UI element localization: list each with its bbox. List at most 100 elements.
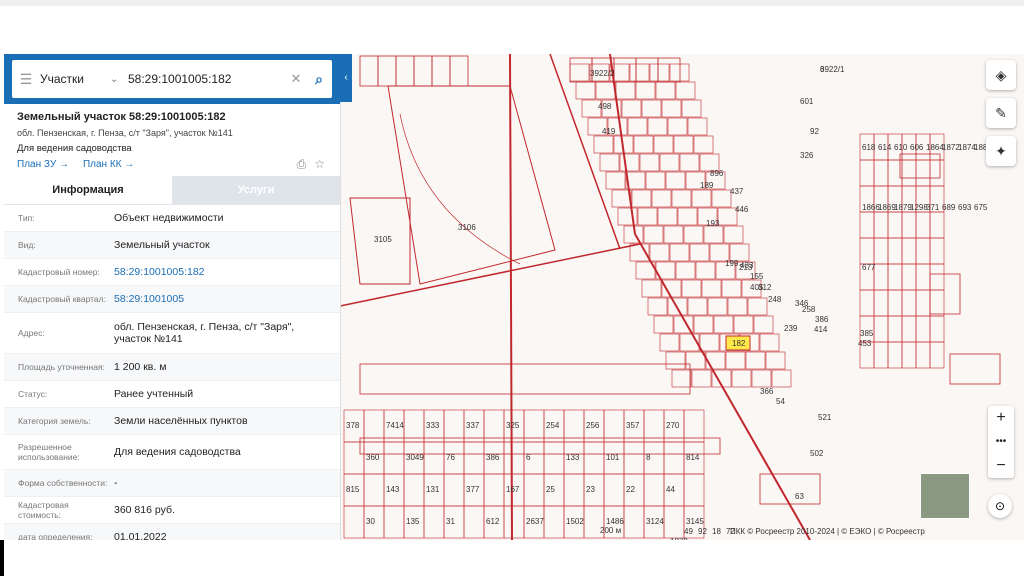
search-input[interactable]: 58:29:1001005:182	[128, 72, 286, 86]
parcel-label: 601	[800, 97, 814, 106]
compass-icon[interactable]: ⊙	[988, 494, 1012, 518]
parcel-outline	[683, 225, 704, 244]
parcel-outline	[615, 81, 636, 100]
attribute-row: дата определения: 01.01.2022	[4, 524, 340, 540]
parcel-outline	[523, 473, 545, 507]
ruler-icon[interactable]: ✎	[986, 98, 1016, 128]
collapse-panel-button[interactable]: ‹	[340, 54, 352, 102]
parcel-outline	[431, 55, 451, 87]
layers-icon[interactable]: ◈	[986, 60, 1016, 90]
plan-kk-link[interactable]: План КК →	[83, 159, 134, 170]
parcel-label: 437	[730, 187, 744, 196]
parcel-outline	[665, 351, 686, 370]
parcel-label: 167	[506, 485, 520, 494]
clear-icon[interactable]: ✕	[286, 71, 306, 87]
tab-info[interactable]: Информация	[4, 176, 172, 204]
parcel-outline	[563, 473, 585, 507]
attribute-row: Кадастровая стоимость: 360 816 руб.	[4, 497, 340, 524]
more-icon[interactable]: •••	[988, 430, 1014, 454]
menu-icon[interactable]: ☰	[12, 71, 40, 88]
attribute-label: Форма собственности:	[18, 478, 108, 488]
map-canvas[interactable]: 310531061823922/13922/2498419189193199 21…	[340, 54, 1024, 540]
parcel-label: 25	[546, 485, 555, 494]
chevron-down-icon[interactable]: ⌄	[110, 74, 128, 85]
parcel-outline	[759, 333, 780, 352]
search-icon[interactable]: ⌕	[306, 71, 332, 88]
plan-zu-link[interactable]: План ЗУ →	[17, 159, 69, 170]
parcel-outline	[655, 81, 676, 100]
basemap-thumbnail[interactable]	[920, 473, 970, 519]
parcel-label: 357	[626, 421, 640, 430]
parcel-label: 92	[810, 127, 819, 136]
parcel-label: 378	[346, 421, 360, 430]
parcel-outline	[649, 63, 670, 82]
parcel-outline	[859, 289, 875, 317]
parcel-label: 333	[426, 421, 440, 430]
parcel-outline	[687, 297, 708, 316]
search-box[interactable]: ☰ Участки ⌄ 58:29:1001005:182 ✕ ⌕	[12, 60, 332, 98]
attribute-value[interactable]: 58:29:1001005	[114, 293, 340, 305]
parcel-outline	[681, 279, 702, 298]
parcel-outline	[685, 351, 706, 370]
parcel-label: 326	[800, 151, 814, 160]
parcel-outline	[623, 441, 645, 475]
object-address: обл. Пензенская, г. Пенза, с/т "Заря", у…	[17, 128, 233, 138]
attribute-value[interactable]: 58:29:1001005:182	[114, 266, 340, 278]
tab-services[interactable]: Услуги	[172, 176, 340, 204]
attribute-value: 01.01.2022	[114, 531, 167, 540]
parcel-outline	[681, 99, 702, 118]
parcel-outline	[873, 237, 889, 265]
parcel-outline	[887, 289, 903, 317]
attribute-row: Категория земель: Земли населённых пункто…	[4, 408, 340, 435]
parcel-outline	[901, 315, 917, 343]
parcel-label: 366	[760, 387, 774, 396]
parcel-label: 3106	[458, 223, 476, 232]
parcel-label: 92	[698, 527, 707, 536]
scale-bar: 200 м	[600, 526, 622, 535]
parcel-label: 258	[802, 305, 816, 314]
parcel-outline	[605, 171, 626, 190]
parcel-label: 31	[446, 517, 455, 526]
cadastral-map[interactable]: 3105 3106 182 3922/1 3922/2 498 419 189 193 199 21…	[340, 54, 1024, 540]
zoom-out-icon[interactable]: −	[988, 454, 1014, 478]
zoom-in-icon[interactable]: +	[988, 406, 1014, 430]
parcel-label: 610	[894, 143, 908, 152]
star-icon[interactable]: ☆	[314, 157, 325, 171]
attribute-row: Адрес: обл. Пензенская, г. Пенза, с/т "За…	[4, 313, 340, 354]
parcel-label: 3145	[686, 517, 704, 526]
parcel-outline	[915, 315, 931, 343]
attribute-value: Для ведения садоводства	[114, 446, 241, 458]
parcel-label: 256	[586, 421, 600, 430]
parcel-outline	[621, 99, 642, 118]
parcel-outline	[635, 81, 656, 100]
parcel-label: 3049	[406, 453, 424, 462]
parcel-outline	[949, 353, 1001, 385]
attribute-value: Земли населённых пунктов	[114, 415, 248, 427]
attribute-value: Объект недвижимости	[114, 212, 224, 224]
parcel-outline	[611, 189, 632, 208]
parcel-outline	[929, 159, 945, 187]
parcel-label: 101	[606, 453, 620, 462]
print-icon[interactable]: ⎙	[297, 157, 307, 171]
parcel-label: 18	[712, 527, 721, 536]
parcel-outline	[523, 409, 545, 443]
parcel-outline	[503, 441, 525, 475]
parcel-outline	[677, 207, 698, 226]
parcel-outline	[647, 117, 668, 136]
parcel-outline	[395, 55, 415, 87]
parcel-outline	[651, 189, 672, 208]
sparkle-icon[interactable]: ✦	[986, 136, 1016, 166]
parcel-outline	[449, 55, 469, 87]
parcel-label: 405	[750, 283, 764, 292]
parcel-outline	[563, 409, 585, 443]
parcel-label: 49	[684, 527, 693, 536]
parcel-outline	[873, 289, 889, 317]
search-type-select[interactable]: Участки	[40, 72, 110, 86]
parcel-label: 3922/2	[590, 69, 615, 78]
parcel-outline	[637, 207, 658, 226]
parcel-label: 254	[546, 421, 560, 430]
parcel-outline	[901, 341, 917, 369]
parcel-outline	[859, 237, 875, 265]
parcel-outline	[673, 135, 694, 154]
parcel-outline	[765, 351, 786, 370]
